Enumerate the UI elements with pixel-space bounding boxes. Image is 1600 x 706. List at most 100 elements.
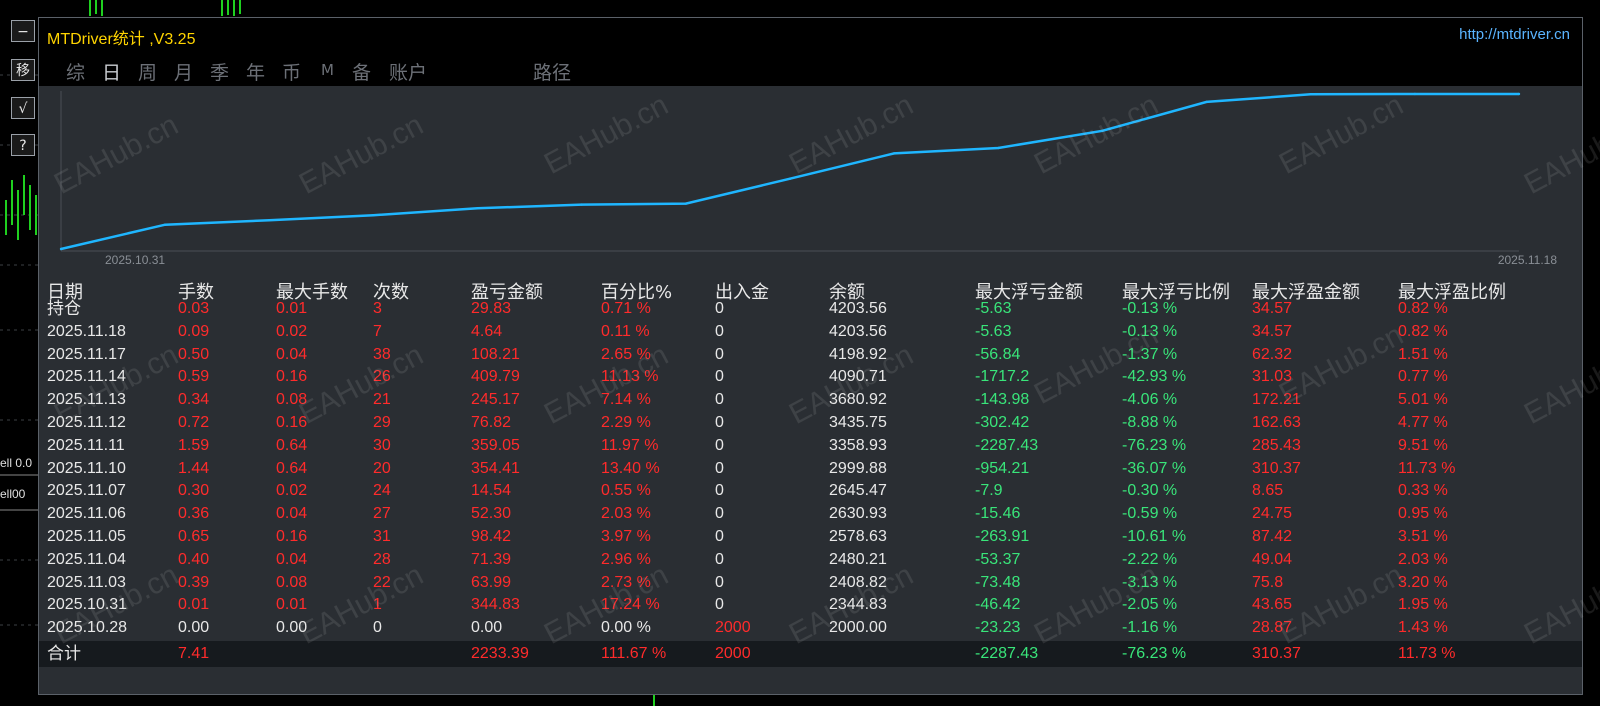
- cell-max-float-loss-ratio: -2.05 %: [1122, 596, 1178, 614]
- website-link[interactable]: http://mtdriver.cn: [1459, 26, 1570, 43]
- cell-max-float-loss-ratio: -36.07 %: [1122, 459, 1187, 477]
- tab-month[interactable]: 月: [174, 58, 193, 85]
- cell-profit: 14.54: [471, 482, 512, 500]
- cell-lots: 0.03: [178, 300, 210, 317]
- cell-count: 30: [373, 436, 391, 454]
- table-row[interactable]: 持仓 0.03 0.01 3 29.83 0.71 % 0 4203.56 -5.63 -0.13…: [39, 298, 1582, 321]
- minimize-button[interactable]: −: [11, 20, 35, 42]
- cell-balance: 2999.88: [829, 459, 887, 477]
- cell-percent: 0.71 %: [601, 300, 651, 317]
- tab-currency[interactable]: 币: [282, 58, 301, 85]
- cell-balance: 2578.63: [829, 528, 887, 545]
- table-row[interactable]: 2025.11.03 0.39 0.08 22 63.99 2.73 % 0 2408.82 -…: [39, 572, 1582, 595]
- tab-overview[interactable]: 综: [66, 58, 85, 85]
- cell-balance: 2408.82: [829, 573, 887, 591]
- table-row[interactable]: 2025.11.18 0.09 0.02 7 4.64 0.11 % 0 4203.56 -5.…: [39, 321, 1582, 344]
- cell-balance: 2000.00: [829, 619, 887, 637]
- cell-profit: 71.39: [471, 550, 512, 568]
- right-scroll-area: [1583, 17, 1600, 695]
- cell-count: 20: [373, 459, 391, 477]
- table-row[interactable]: 2025.11.06 0.36 0.04 27 52.30 2.03 % 0 2630.93 -…: [39, 503, 1582, 526]
- tab-week[interactable]: 周: [138, 58, 157, 85]
- cell-date: 2025.11.13: [47, 391, 126, 409]
- cell-lots: 0.01: [178, 596, 210, 614]
- cell-percent: 0.00 %: [601, 619, 651, 637]
- cell-max-float-loss-ratio: -42.93 %: [1122, 368, 1187, 386]
- title-bar[interactable]: MTDriver统计 ,V3.25 http://mtdriver.cn: [39, 18, 1582, 50]
- check-button[interactable]: √: [11, 97, 35, 119]
- move-button[interactable]: 移: [11, 59, 35, 81]
- statistics-panel: MTDriver统计 ,V3.25 http://mtdriver.cn 综 日…: [38, 17, 1600, 695]
- cell-max-float-loss: -73.48: [975, 573, 1021, 591]
- table-row[interactable]: 2025.11.13 0.34 0.08 21 245.17 7.14 % 0 3680.92…: [39, 389, 1582, 412]
- chart-start-date: 2025.10.31: [105, 253, 166, 267]
- cell-profit: 108.21: [471, 345, 520, 363]
- cell-count: 7: [373, 322, 382, 340]
- tab-path[interactable]: 路径: [533, 58, 571, 85]
- tab-year[interactable]: 年: [246, 58, 265, 85]
- table-row[interactable]: 2025.11.10 1.44 0.64 20 354.41 13.40 % 0 2999.8…: [39, 458, 1582, 481]
- cell-max-float-profit: 87.42: [1252, 528, 1293, 545]
- cell-date: 2025.11.12: [47, 414, 126, 431]
- cell-percent: 0.11 %: [601, 322, 650, 340]
- cell-deposit: 0: [715, 528, 724, 545]
- cell-max-float-loss: -5.63: [975, 322, 1012, 340]
- cell-percent: 17.24 %: [601, 596, 660, 614]
- table-row[interactable]: 2025.10.31 0.01 0.01 1 344.83 17.24 % 0 2344.83…: [39, 594, 1582, 617]
- cell-max-float-profit-ratio: 1.51 %: [1398, 345, 1448, 363]
- cell-deposit: 0: [715, 550, 724, 568]
- cell-max-float-loss: -263.91: [975, 528, 1030, 545]
- cell-count: 38: [373, 345, 391, 363]
- total-date: 合计: [47, 644, 81, 664]
- minimize-icon: −: [17, 24, 29, 40]
- help-button[interactable]: ?: [11, 134, 35, 156]
- cell-date: 2025.11.06: [47, 505, 126, 523]
- table-row[interactable]: 2025.11.07 0.30 0.02 24 14.54 0.55 % 0 2645.47 -…: [39, 480, 1582, 503]
- cell-max-lots: 0.16: [276, 414, 308, 431]
- table-row[interactable]: 2025.11.17 0.50 0.04 38 108.21 2.65 % 0 4198.92…: [39, 344, 1582, 367]
- cell-balance: 4203.56: [829, 322, 887, 340]
- cell-max-lots: 0.08: [276, 391, 308, 409]
- cell-max-float-loss-ratio: -3.13 %: [1122, 573, 1178, 591]
- cell-max-lots: 0.02: [276, 322, 308, 340]
- cell-max-float-loss: -143.98: [975, 391, 1030, 409]
- cell-max-float-profit-ratio: 1.95 %: [1398, 596, 1448, 614]
- cell-max-lots: 0.04: [276, 550, 308, 568]
- cell-deposit: 0: [715, 368, 724, 386]
- period-tab-bar: 综 日 周 月 季 年 币 M 备 账户 路径: [39, 50, 1582, 86]
- tab-day[interactable]: 日: [102, 58, 121, 85]
- cell-date: 持仓: [47, 299, 81, 319]
- cell-percent: 2.65 %: [601, 345, 651, 363]
- cell-deposit: 0: [715, 505, 724, 523]
- cell-max-lots: 0.01: [276, 300, 308, 317]
- cell-deposit: 0: [715, 345, 724, 363]
- tab-magic[interactable]: M: [321, 61, 334, 79]
- cell-max-lots: 0.08: [276, 573, 308, 591]
- cell-max-float-profit: 172.21: [1252, 391, 1301, 409]
- tab-quarter[interactable]: 季: [210, 58, 229, 85]
- table-row[interactable]: 2025.11.11 1.59 0.64 30 359.05 11.97 % 0 3358.9…: [39, 435, 1582, 458]
- cell-date: 2025.11.18: [47, 322, 126, 340]
- total-percent: 111.67 %: [601, 645, 667, 662]
- table-row[interactable]: 2025.11.04 0.40 0.04 28 71.39 2.96 % 0 2480.21 -…: [39, 549, 1582, 572]
- cell-lots: 0.50: [178, 345, 210, 363]
- cell-max-float-profit: 8.65: [1252, 482, 1284, 500]
- table-total-row[interactable]: 合计 7.41 2233.39 111.67 % 2000 -2287.43 -76.23 …: [39, 641, 1582, 667]
- cell-max-float-profit-ratio: 5.01 %: [1398, 391, 1448, 409]
- table-row[interactable]: 2025.11.05 0.65 0.16 31 98.42 3.97 % 0 2578.63 -…: [39, 526, 1582, 549]
- cell-profit: 63.99: [471, 573, 512, 591]
- cell-max-float-loss-ratio: -1.37 %: [1122, 345, 1178, 363]
- tab-account[interactable]: 账户: [389, 58, 427, 85]
- table-row[interactable]: 2025.10.28 0.00 0.00 0 0.00 0.00 % 2000 2000.00…: [39, 617, 1582, 640]
- tab-notes[interactable]: 备: [352, 58, 371, 85]
- cell-profit: 354.41: [471, 459, 520, 477]
- cell-count: 0: [373, 619, 382, 637]
- cell-deposit: 0: [715, 300, 724, 317]
- cell-max-float-profit: 49.04: [1252, 550, 1293, 568]
- equity-chart: [59, 91, 1521, 252]
- cell-max-float-profit: 285.43: [1252, 436, 1301, 454]
- cell-max-float-loss: -302.42: [975, 414, 1030, 431]
- cell-max-float-profit: 31.03: [1252, 368, 1293, 386]
- table-row[interactable]: 2025.11.12 0.72 0.16 29 76.82 2.29 % 0 3435.75 -…: [39, 412, 1582, 435]
- table-row[interactable]: 2025.11.14 0.59 0.16 26 409.79 11.13 % 0 4090.7…: [39, 366, 1582, 389]
